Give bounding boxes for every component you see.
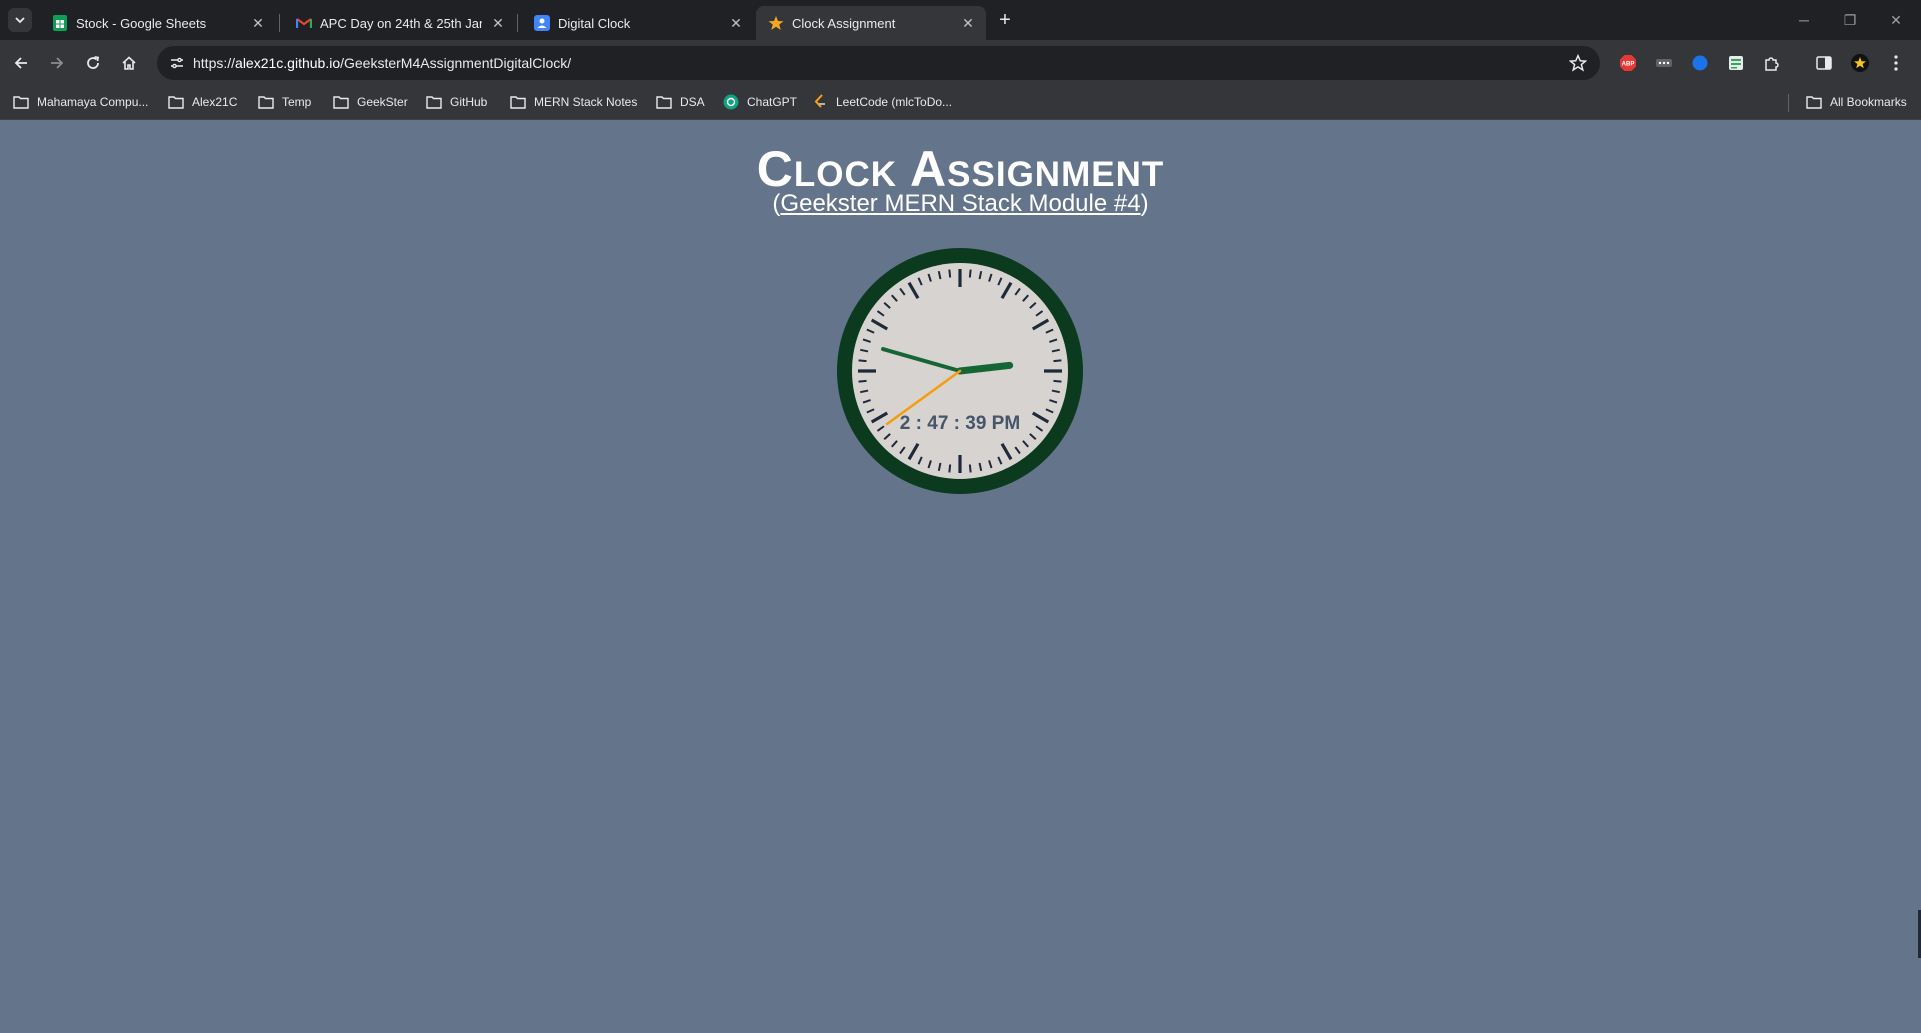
bookmark-temp[interactable]: Temp: [258, 94, 311, 110]
bookmark-label: MERN Stack Notes: [534, 95, 638, 109]
tab-apc-day-gmail[interactable]: APC Day on 24th & 25th Januar ✕: [284, 6, 516, 40]
folder-icon: [656, 94, 672, 110]
arrow-right-icon: [51, 57, 64, 69]
bookmark-label: LeetCode (mlcToDo...: [836, 95, 953, 109]
tab-title: Stock - Google Sheets: [76, 15, 207, 31]
bookmark-geekster[interactable]: GeekSter: [333, 94, 408, 110]
reload-button[interactable]: [80, 50, 106, 76]
address-bar[interactable]: https://alex21c.github.io/GeeksterM4Assi…: [157, 46, 1600, 80]
bookmark-star-icon[interactable]: [1568, 53, 1588, 73]
tab-search-button[interactable]: [8, 8, 32, 32]
home-button[interactable]: [116, 50, 142, 76]
arrow-left-icon: [14, 57, 27, 69]
page-content: Clock Assignment (Geekster MERN Stack Mo…: [0, 120, 1921, 1033]
site-info-icon[interactable]: [165, 51, 189, 75]
url-scheme: https://: [193, 55, 236, 71]
restore-icon[interactable]: ❐: [1836, 8, 1864, 32]
folder-icon: [1806, 94, 1822, 110]
bookmarks-divider: [1788, 94, 1789, 112]
bookmark-label: Mahamaya Compu...: [37, 95, 149, 109]
bookmark-mahamaya[interactable]: Mahamaya Compu...: [13, 94, 148, 110]
tab-title: APC Day on 24th & 25th Januar: [320, 15, 482, 31]
digital-time: 2 : 47 : 39 PM: [900, 413, 1020, 434]
adblock-icon[interactable]: ABP: [1617, 52, 1639, 74]
forward-button[interactable]: [44, 50, 70, 76]
bookmark-chatgpt[interactable]: ChatGPT: [723, 94, 797, 110]
url-host: alex21c.github.io: [235, 55, 341, 71]
analog-clock: 2 : 47 : 39 PM: [837, 248, 1083, 494]
all-bookmarks-button[interactable]: All Bookmarks: [1806, 94, 1907, 110]
svg-text:ABP: ABP: [1622, 62, 1635, 68]
leetcode-icon: [812, 94, 828, 110]
page-subtitle: (Geekster MERN Stack Module #4): [0, 190, 1921, 218]
bookmark-mern-stack-notes[interactable]: MERN Stack Notes: [510, 94, 637, 110]
home-icon: [122, 56, 136, 70]
browser-menu-icon[interactable]: [1885, 52, 1907, 74]
module-link[interactable]: Geekster MERN Stack Module #4: [780, 190, 1140, 217]
tab-clock-assignment[interactable]: Clock Assignment ✕: [756, 6, 986, 40]
folder-icon: [333, 94, 349, 110]
bookmark-label: Temp: [282, 95, 312, 109]
back-button[interactable]: [8, 50, 34, 76]
bookmark-label: Alex21C: [192, 95, 238, 109]
bookmark-github[interactable]: GitHub: [426, 94, 487, 110]
bookmark-label: GitHub: [450, 95, 488, 109]
bookmark-alex21c[interactable]: Alex21C: [168, 94, 237, 110]
bookmark-label: ChatGPT: [747, 95, 798, 109]
minute-tick: [968, 464, 972, 473]
sheets-icon: [52, 15, 68, 31]
minute-tick: [948, 464, 952, 473]
url-text: https://alex21c.github.io/GeeksterM4Assi…: [193, 55, 571, 71]
close-icon[interactable]: ✕: [490, 15, 506, 31]
tab-stock-sheets[interactable]: Stock - Google Sheets ✕: [40, 6, 276, 40]
bookmarks-bar: Mahamaya Compu... Alex21C Temp GeekSter …: [0, 86, 1921, 120]
password-dots-icon[interactable]: [1653, 52, 1675, 74]
chatgpt-icon: [723, 94, 739, 110]
side-panel-icon[interactable]: [1813, 52, 1835, 74]
subtitle-close-paren: ): [1140, 190, 1149, 217]
bookmark-label: All Bookmarks: [1830, 95, 1907, 109]
folder-icon: [426, 94, 442, 110]
minute-tick: [1053, 379, 1062, 383]
minute-tick: [968, 269, 972, 278]
tab-divider: [279, 14, 280, 32]
spreadsheet-extension-icon[interactable]: [1725, 52, 1747, 74]
tab-title: Clock Assignment: [792, 15, 896, 31]
minute-tick: [1053, 359, 1062, 363]
bookmark-label: GeekSter: [357, 95, 408, 109]
minute-tick: [858, 359, 867, 363]
folder-icon: [168, 94, 184, 110]
tab-digital-clock[interactable]: Digital Clock ✕: [522, 6, 754, 40]
tab-title: Digital Clock: [558, 15, 631, 31]
folder-icon: [258, 94, 274, 110]
bookmark-leetcode[interactable]: LeetCode (mlcToDo...: [812, 94, 952, 110]
bookmark-dsa[interactable]: DSA: [656, 94, 705, 110]
minimize-icon[interactable]: ─: [1790, 8, 1818, 32]
bookmark-label: DSA: [680, 95, 705, 109]
star-icon: [768, 15, 784, 31]
close-icon[interactable]: ✕: [728, 15, 744, 31]
close-icon[interactable]: ✕: [250, 15, 266, 31]
minute-tick: [948, 269, 952, 278]
folder-icon: [510, 94, 526, 110]
dark-mode-icon[interactable]: [1689, 52, 1711, 74]
chevron-down-icon: [15, 17, 25, 24]
folder-icon: [13, 94, 29, 110]
profile-avatar[interactable]: [1849, 52, 1871, 74]
window-close-icon[interactable]: ✕: [1882, 8, 1910, 32]
new-tab-button[interactable]: +: [993, 9, 1017, 33]
url-path: /GeeksterM4AssignmentDigitalClock/: [340, 55, 572, 71]
minute-tick: [858, 379, 867, 383]
reload-icon: [87, 56, 100, 69]
tab-divider: [517, 14, 518, 32]
extensions-puzzle-icon[interactable]: [1761, 52, 1783, 74]
close-icon[interactable]: ✕: [960, 15, 976, 31]
tab-strip: Stock - Google Sheets ✕ APC Day on 24th …: [0, 0, 1921, 40]
gmail-icon: [296, 15, 312, 31]
profile-card-icon: [534, 15, 550, 31]
